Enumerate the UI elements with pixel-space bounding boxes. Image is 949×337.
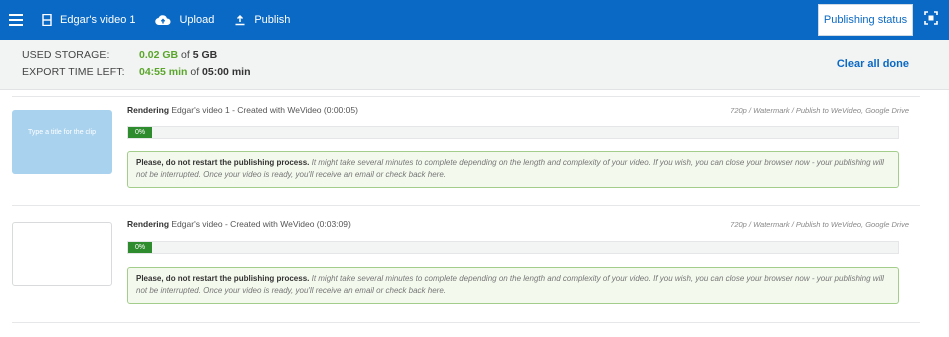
export-time-value: 04:55 min of 05:00 min	[139, 66, 251, 78]
menu-button[interactable]	[0, 0, 32, 40]
notice-heading: Please, do not restart the publishing pr…	[136, 158, 310, 167]
hamburger-icon	[9, 14, 23, 26]
publishing-notice: Please, do not restart the publishing pr…	[127, 151, 899, 188]
fullscreen-icon	[924, 10, 938, 30]
publishing-notice: Please, do not restart the publishing pr…	[127, 267, 899, 304]
used-storage-value: 0.02 GB of 5 GB	[139, 49, 217, 61]
top-navigation-bar: Edgar's video 1 Upload Publish Publishin…	[0, 0, 949, 40]
job-settings: 720p / Watermark / Publish to WeVideo, G…	[730, 220, 909, 229]
clear-all-done-link[interactable]: Clear all done	[837, 58, 909, 70]
export-time-amount: 04:55 min	[139, 66, 188, 78]
export-time-of: of	[187, 66, 203, 78]
notice-heading: Please, do not restart the publishing pr…	[136, 274, 310, 283]
project-title-button[interactable]: Edgar's video 1	[42, 0, 135, 40]
cloud-upload-icon	[155, 14, 171, 26]
project-title: Edgar's video 1	[60, 14, 136, 26]
fullscreen-button[interactable]	[913, 0, 949, 40]
publish-icon	[234, 14, 246, 26]
job-status-word: Rendering	[127, 105, 170, 115]
job-status-word: Rendering	[127, 219, 170, 229]
storage-total: 5 GB	[192, 49, 218, 61]
job-separator	[12, 322, 920, 323]
job-name: Edgar's video 1 - Created with WeVideo (…	[169, 105, 358, 115]
used-storage-of: of	[178, 49, 193, 61]
used-storage-amount: 0.02 GB	[139, 49, 179, 61]
job-settings: 720p / Watermark / Publish to WeVideo, G…	[730, 106, 909, 115]
job-title: Rendering Edgar's video 1 - Created with…	[127, 105, 358, 115]
job-thumbnail: Type a title for the clip	[12, 110, 112, 174]
upload-label: Upload	[179, 14, 215, 26]
job-progress-bar: 0%	[127, 241, 899, 254]
export-time-total: 05:00 min	[202, 66, 251, 78]
publish-label: Publish	[254, 14, 291, 26]
export-time-label: EXPORT TIME LEFT:	[22, 66, 125, 78]
job-progress-bar: 0%	[127, 126, 899, 139]
progress-fill: 0%	[128, 127, 152, 138]
storage-summary: USED STORAGE: 0.02 GB of 5 GB EXPORT TIM…	[0, 40, 949, 90]
thumbnail-placeholder-text: Type a title for the clip	[27, 129, 97, 136]
job-title: Rendering Edgar's video - Created with W…	[127, 219, 351, 229]
film-icon	[42, 14, 52, 26]
job-separator	[12, 96, 920, 97]
upload-button[interactable]: Upload	[155, 0, 214, 40]
job-separator	[12, 205, 920, 206]
job-thumbnail	[12, 222, 112, 286]
publish-button[interactable]: Publish	[234, 0, 290, 40]
progress-fill: 0%	[128, 242, 152, 253]
used-storage-label: USED STORAGE:	[22, 49, 110, 61]
job-name: Edgar's video - Created with WeVideo (0:…	[169, 219, 351, 229]
publishing-status-tab[interactable]: Publishing status	[818, 4, 913, 36]
